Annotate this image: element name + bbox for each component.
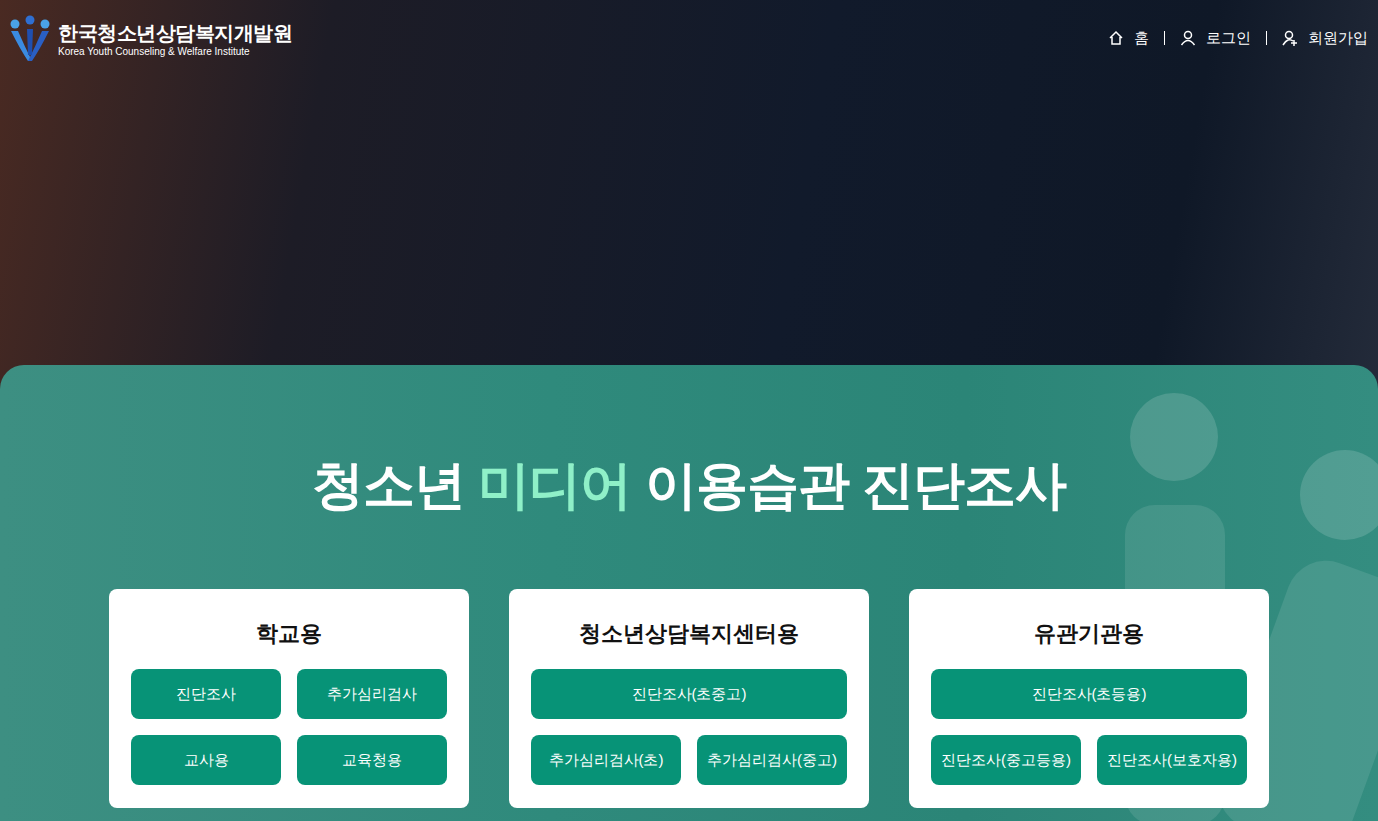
survey-button[interactable]: 진단조사(보호자용)	[1097, 735, 1247, 785]
title-part: 청소년	[312, 456, 478, 514]
nav-link[interactable]: 홈	[1108, 27, 1149, 50]
button-row: 진단조사 추가심리검사	[131, 669, 447, 719]
nav-separator	[1164, 31, 1165, 45]
button-rows: 진단조사 추가심리검사교사용 교육청용	[131, 669, 447, 785]
button-row: 진단조사(초등용)	[931, 669, 1247, 719]
logo-subtitle: Korea Youth Counseling & Welfare Institu…	[58, 45, 292, 58]
home-icon	[1108, 30, 1124, 46]
survey-button[interactable]: 추가심리검사(초)	[531, 735, 681, 785]
survey-button[interactable]: 진단조사(초중고)	[531, 669, 847, 719]
button-rows: 진단조사(초등용) 진단조사(중고등용) 진단조사(보호자용)	[931, 669, 1247, 785]
top-nav: 홈 로그인 회원가입	[1108, 15, 1368, 50]
nav-label: 회원가입	[1308, 27, 1368, 50]
nav-separator	[1266, 31, 1267, 45]
page-title: 청소년 미디어 이용습관 진단조사	[312, 449, 1066, 521]
logo[interactable]: 한국청소년상담복지개발원Korea Youth Counseling & Wel…	[8, 15, 292, 63]
survey-button[interactable]: 진단조사(중고등용)	[931, 735, 1081, 785]
nav-link[interactable]: 회원가입	[1282, 27, 1368, 50]
nav-label: 홈	[1134, 27, 1149, 50]
survey-card: 유관기관용진단조사(초등용) 진단조사(중고등용) 진단조사(보호자용)	[909, 589, 1269, 808]
button-row: 진단조사(중고등용) 진단조사(보호자용)	[931, 735, 1247, 785]
logo-text: 한국청소년상담복지개발원Korea Youth Counseling & Wel…	[58, 21, 292, 58]
user-icon	[1180, 30, 1196, 46]
button-row: 추가심리검사(초) 추가심리검사(중고)	[531, 735, 847, 785]
button-rows: 진단조사(초중고) 추가심리검사(초) 추가심리검사(중고)	[531, 669, 847, 785]
logo-icon	[8, 15, 52, 63]
survey-card: 학교용진단조사 추가심리검사교사용 교육청용	[109, 589, 469, 808]
title-part: 이용습관 진단조사	[631, 456, 1066, 514]
survey-button[interactable]: 진단조사	[131, 669, 281, 719]
button-row: 진단조사(초중고)	[531, 669, 847, 719]
card-title: 청소년상담복지센터용	[531, 619, 847, 649]
nav-label: 로그인	[1206, 27, 1251, 50]
logo-name: 한국청소년상담복지개발원	[58, 21, 292, 45]
card-title: 유관기관용	[931, 619, 1247, 649]
survey-button[interactable]: 추가심리검사	[297, 669, 447, 719]
card-title: 학교용	[131, 619, 447, 649]
survey-button[interactable]: 추가심리검사(중고)	[697, 735, 847, 785]
survey-panel: 청소년 미디어 이용습관 진단조사학교용진단조사 추가심리검사교사용 교육청용 청소년…	[0, 365, 1378, 821]
header: 한국청소년상담복지개발원Korea Youth Counseling & Wel…	[0, 0, 1378, 63]
user-add-icon	[1282, 30, 1298, 46]
survey-button[interactable]: 교육청용	[297, 735, 447, 785]
button-row: 교사용 교육청용	[131, 735, 447, 785]
title-part: 미디어	[478, 456, 631, 514]
survey-card: 청소년상담복지센터용진단조사(초중고) 추가심리검사(초) 추가심리검사(중고)	[509, 589, 869, 808]
nav-link[interactable]: 로그인	[1180, 27, 1251, 50]
survey-button[interactable]: 진단조사(초등용)	[931, 669, 1247, 719]
card-group: 학교용진단조사 추가심리검사교사용 교육청용 청소년상담복지센터용진단조사(초중고) 추…	[109, 589, 1269, 808]
survey-button[interactable]: 교사용	[131, 735, 281, 785]
